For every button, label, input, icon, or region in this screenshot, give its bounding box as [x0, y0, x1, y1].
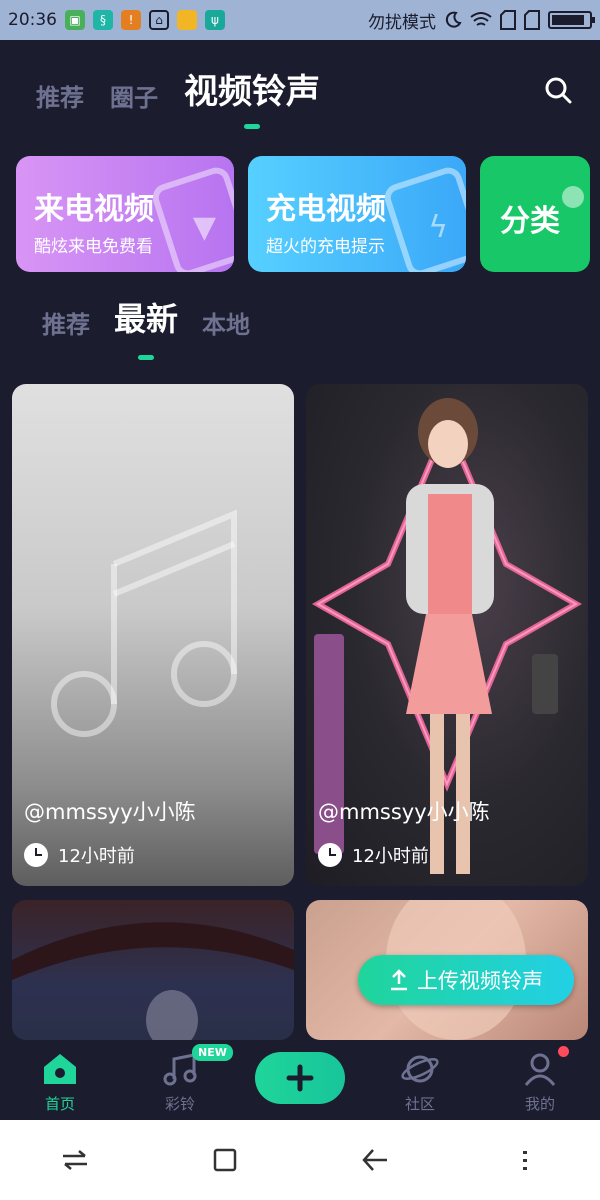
upload-video-ringtone-button[interactable]: 上传视频铃声	[358, 955, 574, 1005]
planet-icon	[400, 1049, 440, 1089]
nav-create[interactable]	[240, 1040, 360, 1120]
status-bar: 20:36 ▣ § ! ⌂ ψ 勿扰模式	[0, 0, 600, 40]
clock-icon	[318, 843, 342, 867]
wifi-icon	[470, 12, 492, 26]
green-app-icon: ▣	[65, 10, 85, 30]
profile-icon	[520, 1049, 560, 1089]
subtab-latest[interactable]: 最新	[114, 294, 178, 340]
upload-label: 上传视频铃声	[417, 969, 543, 993]
video-author: @mmssyy小小陈	[24, 800, 196, 824]
video-card[interactable]	[12, 900, 294, 1040]
nav-home[interactable]: 首页	[0, 1040, 120, 1120]
system-nav-bar	[0, 1120, 600, 1200]
tab-circle[interactable]: 圈子	[110, 78, 158, 113]
switch-apps-icon[interactable]	[55, 1140, 95, 1180]
battery-icon	[548, 11, 595, 29]
tab-video-ringtone[interactable]: 视频铃声	[184, 64, 320, 113]
card-title: 来电视频	[34, 192, 154, 227]
back-icon[interactable]	[355, 1140, 395, 1180]
video-card[interactable]: @mmssyy小小陈 12小时前	[12, 384, 294, 886]
incoming-call-video-card[interactable]: ▼ 来电视频 酷炫来电免费看	[16, 156, 234, 272]
category-card[interactable]: 分类	[480, 156, 590, 272]
bottom-nav: 首页 NEW 彩铃 社区 我的	[0, 1040, 600, 1120]
status-time: 20:36	[8, 10, 57, 30]
menu-icon[interactable]	[505, 1140, 545, 1180]
tab-recommend[interactable]: 推荐	[36, 78, 84, 113]
card-title: 充电视频	[266, 192, 386, 227]
card-title: 分类	[500, 204, 560, 239]
video-time: 12小时前	[352, 846, 429, 867]
notification-dot	[558, 1046, 569, 1057]
video-time: 12小时前	[58, 846, 135, 867]
nav-label: 首页	[44, 1095, 75, 1113]
nav-profile[interactable]: 我的	[480, 1040, 600, 1120]
moon-icon	[445, 11, 462, 28]
video-thumbnail	[12, 922, 294, 1040]
subtab-recommend[interactable]: 推荐	[42, 305, 90, 340]
plus-icon	[255, 1052, 345, 1104]
card-subtitle: 超火的充电提示	[266, 237, 385, 257]
video-card[interactable]: @mmssyy小小陈 12小时前	[306, 384, 588, 886]
sub-tab-bar: 推荐 最新 本地	[42, 294, 250, 340]
top-tab-bar: 推荐 圈子 视频铃声	[36, 64, 320, 113]
category-cards: ▼ 来电视频 酷炫来电免费看 ϟ 充电视频 超火的充电提示 分类	[16, 156, 600, 274]
music-note-icon	[51, 509, 237, 737]
home-square-icon[interactable]	[205, 1140, 245, 1180]
teal-app-icon: §	[93, 10, 113, 30]
sim2-icon	[524, 10, 540, 30]
search-icon[interactable]	[544, 76, 572, 104]
brush-icon: ⌂	[149, 10, 169, 30]
nav-ringtone[interactable]: NEW 彩铃	[120, 1040, 240, 1120]
home-icon	[40, 1049, 80, 1089]
upload-icon	[391, 969, 407, 991]
video-author: @mmssyy小小陈	[318, 800, 490, 824]
warning-icon: !	[121, 10, 141, 30]
folder-icon	[177, 10, 197, 30]
card-subtitle: 酷炫来电免费看	[34, 237, 153, 257]
subtab-local[interactable]: 本地	[202, 305, 250, 340]
sim1-icon	[500, 10, 516, 30]
nav-label: 社区	[404, 1095, 435, 1113]
clock-icon	[24, 843, 48, 867]
nav-label: 彩铃	[164, 1095, 195, 1113]
charging-video-card[interactable]: ϟ 充电视频 超火的充电提示	[248, 156, 466, 272]
nav-community[interactable]: 社区	[360, 1040, 480, 1120]
dnd-text: 勿扰模式	[368, 12, 436, 33]
new-badge: NEW	[192, 1044, 233, 1061]
nav-label: 我的	[524, 1095, 555, 1113]
usb-icon: ψ	[205, 10, 225, 30]
